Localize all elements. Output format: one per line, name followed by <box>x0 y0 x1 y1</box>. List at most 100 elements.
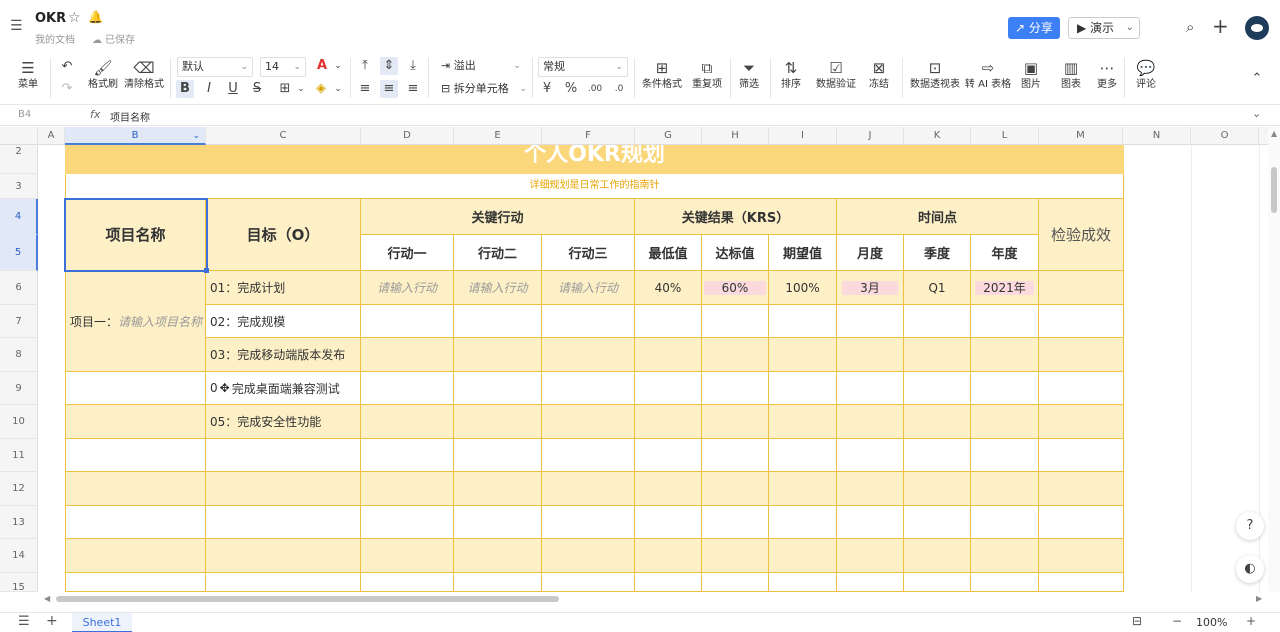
row-header[interactable]: 15 <box>0 573 38 592</box>
action-cell[interactable] <box>542 405 635 439</box>
theme-icon[interactable]: ◐ <box>1236 555 1264 583</box>
action-cell[interactable] <box>454 405 542 439</box>
action-cell[interactable] <box>542 372 635 405</box>
header-verify[interactable]: 检验成效 <box>1039 199 1124 271</box>
add-sheet-icon[interactable]: + <box>46 613 58 629</box>
search-icon[interactable]: ⌕ <box>1186 18 1194 36</box>
verify-cell[interactable] <box>1039 439 1124 472</box>
row-header[interactable]: 2 <box>0 145 38 174</box>
month-cell[interactable]: 3月 <box>837 271 904 305</box>
action-cell[interactable] <box>542 305 635 338</box>
overflow-select[interactable]: ⇥ 溢出 ⌄ <box>437 57 525 77</box>
add-icon[interactable]: + <box>1212 14 1229 38</box>
font-size-select[interactable]: 14 ⌄ <box>260 57 306 77</box>
project-name-cell[interactable] <box>65 439 206 472</box>
merge-cells-button[interactable]: ⊟ 拆分单元格 ⌄ <box>437 80 531 100</box>
year-cell[interactable] <box>971 472 1039 506</box>
action-cell[interactable] <box>361 506 454 539</box>
month-cell[interactable] <box>837 439 904 472</box>
font-family-select[interactable]: 默认 ⌄ <box>177 57 253 77</box>
min-value-cell[interactable] <box>635 338 702 372</box>
expected-value-cell[interactable] <box>769 372 837 405</box>
percent-icon[interactable]: % <box>562 80 580 98</box>
redo-icon[interactable]: ↷ <box>58 80 76 98</box>
vertical-scroll-thumb[interactable] <box>1271 167 1277 213</box>
pivot-table-button[interactable]: ⊡ 数据透视表 <box>908 58 962 92</box>
freeze-button[interactable]: ⊠ 冻结 <box>864 58 894 92</box>
quarter-cell[interactable] <box>904 305 971 338</box>
action-cell[interactable] <box>361 539 454 573</box>
currency-icon[interactable]: ¥ <box>538 80 556 98</box>
column-header[interactable]: O <box>1191 127 1259 145</box>
objective-cell[interactable]: 02：完成规模 <box>206 305 361 338</box>
action-cell[interactable] <box>361 338 454 372</box>
action-cell[interactable]: 请输入行动 <box>454 271 542 305</box>
chart-button[interactable]: ▥ 图表 <box>1056 58 1086 92</box>
quarter-cell[interactable] <box>904 472 971 506</box>
expected-value-cell[interactable] <box>769 472 837 506</box>
scroll-left-icon[interactable]: ◀ <box>44 594 50 603</box>
column-header[interactable]: N <box>1123 127 1191 145</box>
action-cell[interactable] <box>454 573 542 592</box>
align-bottom-icon[interactable]: ⤓ <box>404 57 422 75</box>
select-all-corner[interactable] <box>0 127 38 145</box>
year-cell[interactable] <box>971 405 1039 439</box>
avatar[interactable] <box>1245 16 1269 40</box>
action-cell[interactable] <box>454 305 542 338</box>
align-middle-icon[interactable]: ⇕ <box>380 57 398 75</box>
header-quarter[interactable]: 季度 <box>904 235 971 271</box>
target-value-cell[interactable] <box>702 439 769 472</box>
row-header[interactable]: 13 <box>0 506 38 539</box>
min-value-cell[interactable] <box>635 305 702 338</box>
zoom-out-icon[interactable]: − <box>1172 614 1182 628</box>
chevron-down-icon[interactable]: ⌄ <box>329 80 347 98</box>
action-cell[interactable] <box>361 405 454 439</box>
column-header[interactable]: G <box>635 127 702 145</box>
chevron-down-icon[interactable]: ⌄ <box>292 80 310 98</box>
italic-icon[interactable]: I <box>200 80 218 98</box>
breadcrumb[interactable]: 我的文档 <box>35 31 75 46</box>
sheet-list-icon[interactable]: ☰ <box>18 614 30 629</box>
help-icon[interactable]: ? <box>1236 512 1264 540</box>
project-name-cell[interactable] <box>65 573 206 592</box>
project-name-cell[interactable] <box>65 372 206 405</box>
header-timeline[interactable]: 时间点 <box>837 199 1039 235</box>
row-header[interactable]: 4 <box>0 199 38 235</box>
month-cell[interactable] <box>837 372 904 405</box>
comment-button[interactable]: 💬 评论 <box>1128 58 1164 92</box>
star-icon[interactable]: ☆ <box>68 10 81 26</box>
column-header[interactable]: L <box>971 127 1039 145</box>
function-icon[interactable]: fx <box>90 108 100 121</box>
year-cell[interactable] <box>971 372 1039 405</box>
number-format-select[interactable]: 常规 ⌄ <box>538 57 628 77</box>
header-objective[interactable]: 目标（O） <box>206 199 361 271</box>
verify-cell[interactable] <box>1039 573 1124 592</box>
row-header[interactable]: 5 <box>0 235 38 271</box>
month-cell[interactable] <box>837 573 904 592</box>
month-cell[interactable] <box>837 338 904 372</box>
project-name-cell[interactable]: 项目一： 请输入项目名称 <box>65 271 206 372</box>
verify-cell[interactable] <box>1039 372 1124 405</box>
header-year[interactable]: 年度 <box>971 235 1039 271</box>
action-cell[interactable] <box>542 573 635 592</box>
month-cell[interactable] <box>837 305 904 338</box>
zoom-in-icon[interactable]: + <box>1246 614 1256 628</box>
sort-button[interactable]: ⇅ 排序 <box>776 58 806 92</box>
header-action3[interactable]: 行动三 <box>542 235 635 271</box>
min-value-cell[interactable] <box>635 372 702 405</box>
chevron-down-icon[interactable]: ⌄ <box>192 127 200 145</box>
action-cell[interactable] <box>454 372 542 405</box>
row-header[interactable]: 3 <box>0 174 38 199</box>
increase-decimal-icon[interactable]: .0 <box>610 80 628 98</box>
objective-cell[interactable] <box>206 439 361 472</box>
verify-cell[interactable] <box>1039 405 1124 439</box>
expected-value-cell[interactable] <box>769 305 837 338</box>
present-button[interactable]: ▶ 演示 ⌄ <box>1068 17 1140 39</box>
objective-cell[interactable] <box>206 506 361 539</box>
column-header[interactable]: A <box>38 127 65 145</box>
fill-color-icon[interactable]: ◈ <box>312 80 330 98</box>
target-value-cell[interactable] <box>702 573 769 592</box>
ai-table-button[interactable]: ⇨ 转 AI 表格 <box>964 58 1012 92</box>
sidebar-toggle-icon[interactable]: ☰ <box>10 18 28 34</box>
target-value-cell[interactable] <box>702 539 769 573</box>
